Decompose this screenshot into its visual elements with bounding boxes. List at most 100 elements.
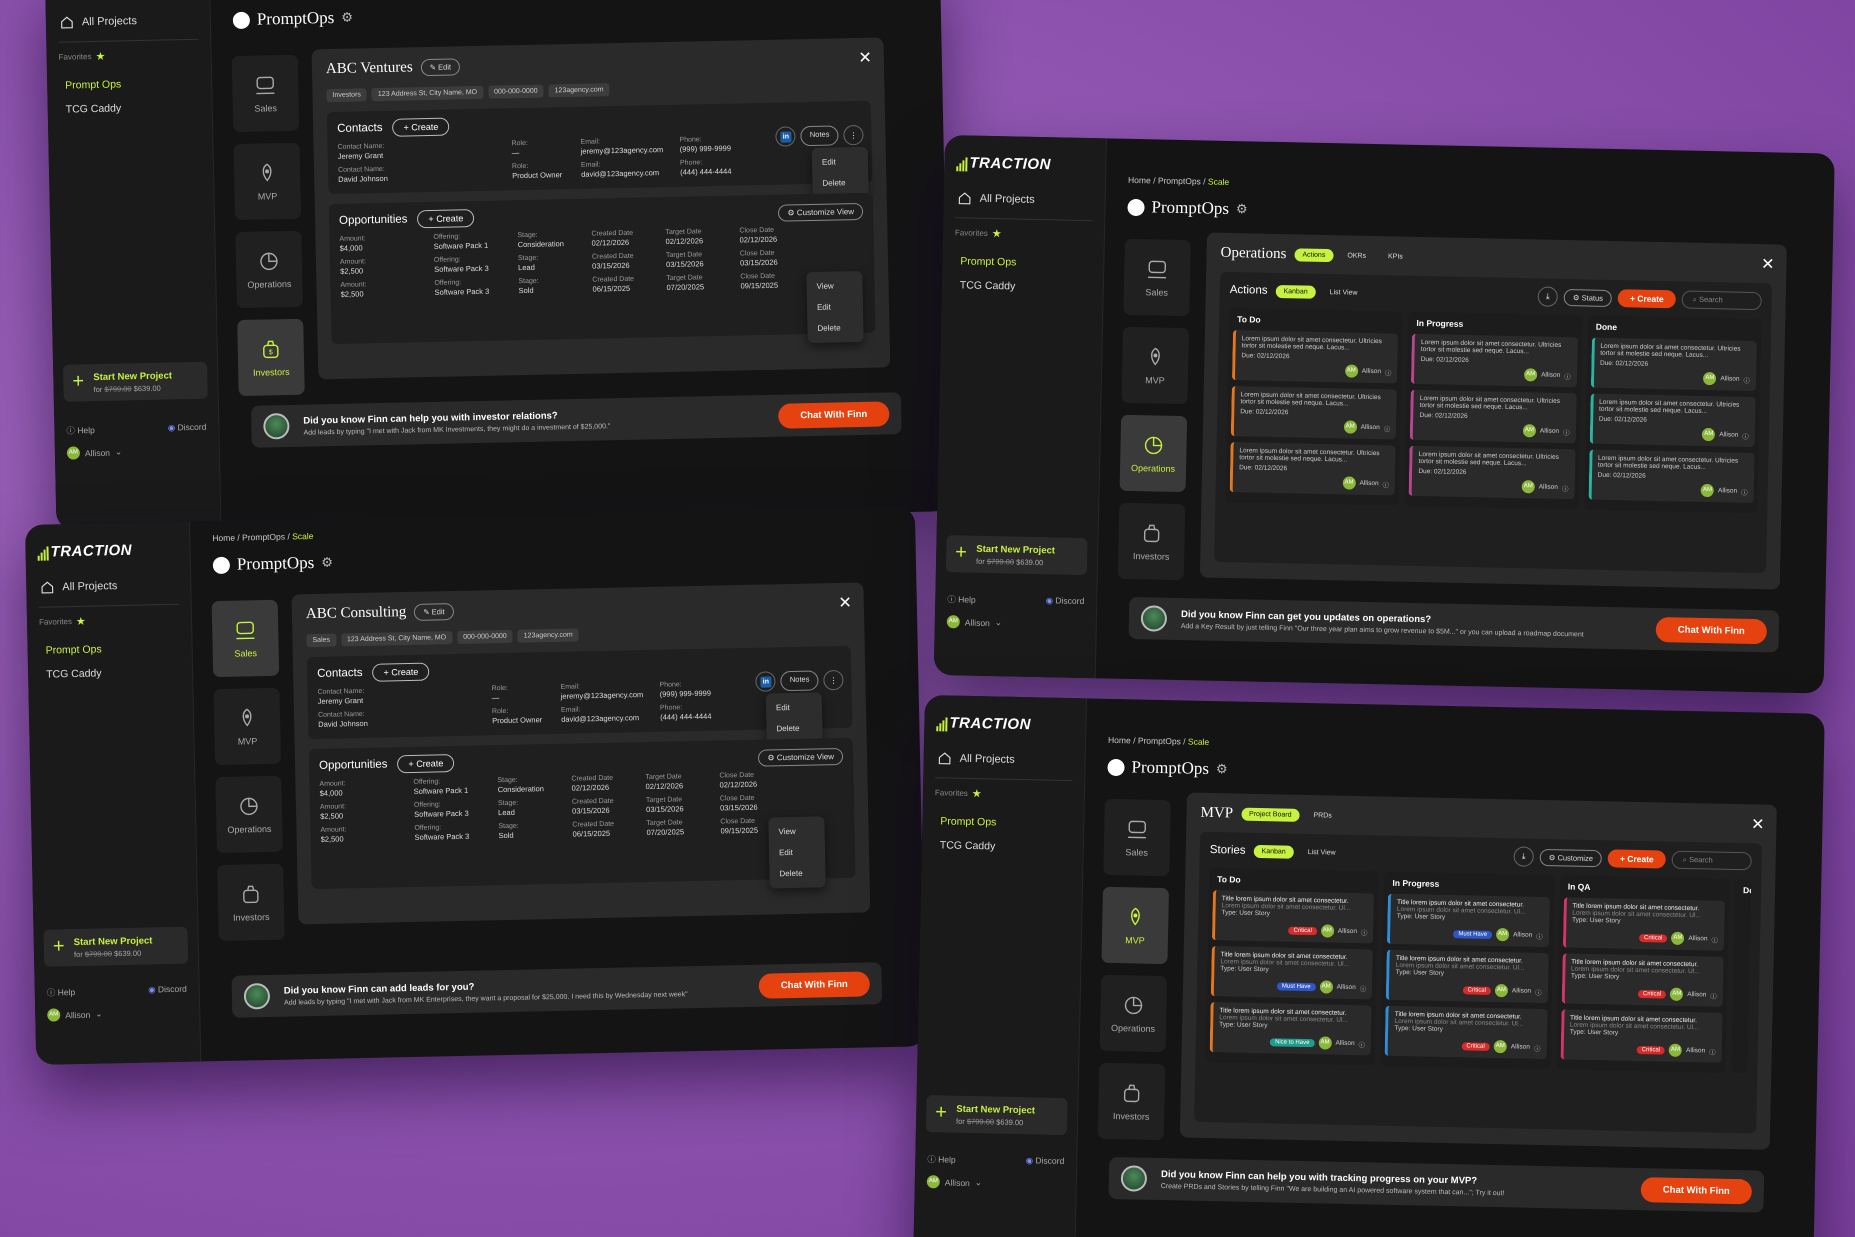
project-tcg-caddy[interactable]: TCG Caddy — [40, 660, 180, 687]
tag-website[interactable]: 123agency.com — [548, 83, 610, 98]
action-card[interactable]: Lorem ipsum dolor sit amet consectetur. … — [1229, 442, 1396, 496]
create-story-button[interactable]: + Create — [1607, 849, 1666, 869]
project-tcg-caddy[interactable]: TCG Caddy — [954, 273, 1091, 300]
user-menu[interactable]: AM Allison ⌄ — [926, 1175, 1064, 1191]
rail-mvp[interactable]: MVP — [1101, 886, 1170, 965]
action-card[interactable]: Lorem ipsum dolor sit amet consectetur. … — [1588, 449, 1755, 504]
menu-delete[interactable]: Delete — [766, 717, 822, 739]
create-contact-button[interactable]: + Create — [392, 117, 450, 137]
help-link[interactable]: ⓘ Help — [947, 593, 976, 606]
download-icon[interactable]: ⤓ — [1537, 286, 1559, 307]
action-card[interactable]: Lorem ipsum dolor sit amet consectetur. … — [1410, 389, 1577, 444]
info-icon[interactable]: ⓘ — [1563, 427, 1570, 437]
info-icon[interactable]: ⓘ — [1711, 934, 1718, 944]
rail-operations[interactable]: Operations — [235, 230, 303, 309]
discord-link[interactable]: ◉ Discord — [168, 422, 207, 435]
tag-website[interactable]: 123agency.com — [517, 628, 579, 643]
rail-operations[interactable]: Operations — [1119, 414, 1188, 493]
create-opportunity-button[interactable]: + Create — [417, 209, 475, 229]
project-tcg-caddy[interactable]: TCG Caddy — [59, 95, 199, 122]
customize-view-button[interactable]: ⚙ Customize View — [758, 747, 844, 767]
info-icon[interactable]: ⓘ — [1360, 983, 1367, 993]
tab-kpis[interactable]: KPIs — [1380, 250, 1411, 264]
help-link[interactable]: ⓘ Help — [66, 424, 95, 437]
menu-edit[interactable]: Edit — [766, 696, 822, 718]
rail-investors[interactable]: Investors — [1097, 1062, 1166, 1141]
info-icon[interactable]: ⓘ — [1710, 990, 1717, 1000]
menu-delete[interactable]: Delete — [807, 317, 863, 339]
tab-project-board[interactable]: Project Board — [1240, 807, 1300, 822]
rail-sales[interactable]: Sales — [231, 54, 300, 133]
create-action-button[interactable]: + Create — [1617, 289, 1676, 309]
info-icon[interactable]: ⓘ — [1564, 371, 1571, 381]
chat-with-finn-button[interactable]: Chat With Finn — [758, 970, 871, 999]
user-menu[interactable]: AM Allison ⌄ — [946, 615, 1084, 631]
menu-edit[interactable]: Edit — [769, 841, 825, 863]
edit-button[interactable]: ✎ Edit — [414, 603, 454, 621]
rail-investors[interactable]: Investors — [1117, 502, 1186, 581]
info-icon[interactable]: ⓘ — [1536, 930, 1543, 940]
discord-link[interactable]: ◉ Discord — [1026, 1155, 1065, 1168]
story-card[interactable]: Title lorem ipsum dolor sit amet consect… — [1561, 953, 1724, 1007]
rail-mvp[interactable]: MVP — [213, 687, 282, 766]
action-card[interactable]: Lorem ipsum dolor sit amet consectetur. … — [1408, 445, 1576, 500]
rail-sales[interactable]: Sales — [211, 599, 280, 678]
tab-actions[interactable]: Actions — [1294, 248, 1334, 263]
info-icon[interactable]: ⓘ — [1743, 374, 1750, 384]
info-icon[interactable]: ⓘ — [1742, 430, 1749, 440]
project-prompt-ops[interactable]: Prompt Ops — [39, 636, 179, 663]
story-card[interactable]: Title lorem ipsum dolor sit amet consect… — [1562, 897, 1725, 951]
project-prompt-ops[interactable]: Prompt Ops — [934, 809, 1071, 836]
edit-button[interactable]: ✎ Edit — [420, 58, 461, 77]
view-kanban[interactable]: Kanban — [1275, 284, 1316, 299]
story-card[interactable]: Title lorem ipsum dolor sit amet consect… — [1211, 890, 1375, 944]
info-icon[interactable]: ⓘ — [1383, 479, 1390, 489]
action-card[interactable]: Lorem ipsum dolor sit amet consectetur. … — [1589, 393, 1756, 448]
all-projects-link[interactable]: All Projects — [38, 574, 178, 599]
customize-view-button[interactable]: ⚙ Customize View — [778, 202, 864, 222]
story-card[interactable]: Title lorem ipsum dolor sit amet consect… — [1384, 1005, 1548, 1060]
story-card[interactable]: Title lorem ipsum dolor sit amet consect… — [1386, 949, 1549, 1004]
view-kanban[interactable]: Kanban — [1253, 844, 1294, 859]
menu-edit[interactable]: Edit — [812, 151, 868, 173]
gear-icon[interactable]: ⚙ — [321, 555, 333, 571]
project-tcg-caddy[interactable]: TCG Caddy — [934, 833, 1071, 860]
all-projects-link[interactable]: All Projects — [935, 747, 1072, 772]
close-icon[interactable]: ✕ — [1751, 814, 1765, 834]
discord-link[interactable]: ◉ Discord — [1046, 595, 1085, 608]
rail-mvp[interactable]: MVP — [1121, 326, 1190, 405]
close-icon[interactable]: ✕ — [858, 48, 872, 68]
start-new-project-button[interactable]: + Start New Project for $799.00 $639.00 — [43, 926, 189, 967]
action-card[interactable]: Lorem ipsum dolor sit amet consectetur. … — [1590, 337, 1757, 392]
all-projects-link[interactable]: All Projects — [58, 9, 198, 34]
notes-button[interactable]: Notes — [780, 670, 819, 692]
create-opportunity-button[interactable]: + Create — [397, 754, 455, 774]
info-icon[interactable]: ⓘ — [1534, 1042, 1541, 1052]
status-filter-button[interactable]: ⚙ Status — [1563, 288, 1613, 307]
gear-icon[interactable]: ⚙ — [1216, 761, 1228, 777]
start-new-project-button[interactable]: + Start New Project for $799.00 $639.00 — [925, 1095, 1068, 1136]
view-list[interactable]: List View — [1322, 285, 1366, 299]
info-icon[interactable]: ⓘ — [1384, 423, 1391, 433]
linkedin-button[interactable]: in — [775, 126, 797, 147]
info-icon[interactable]: ⓘ — [1562, 482, 1569, 492]
story-card[interactable]: Title lorem ipsum dolor sit amet consect… — [1387, 893, 1550, 948]
chat-with-finn-button[interactable]: Chat With Finn — [778, 400, 890, 429]
view-list[interactable]: List View — [1300, 845, 1344, 859]
menu-delete[interactable]: Delete — [769, 862, 825, 884]
rail-operations[interactable]: Operations — [1099, 974, 1168, 1053]
menu-view[interactable]: View — [806, 275, 862, 297]
search-input[interactable]: ⌕ Search — [1681, 290, 1762, 311]
rail-investors[interactable]: $ Investors — [237, 318, 305, 397]
rail-investors[interactable]: Investors — [217, 863, 285, 942]
help-link[interactable]: ⓘ Help — [47, 986, 76, 999]
chat-with-finn-button[interactable]: Chat With Finn — [1640, 1176, 1753, 1204]
project-prompt-ops[interactable]: Prompt Ops — [954, 249, 1091, 276]
create-contact-button[interactable]: + Create — [372, 662, 430, 682]
close-icon[interactable]: ✕ — [838, 593, 852, 613]
rail-sales[interactable]: Sales — [1123, 238, 1191, 317]
chat-with-finn-button[interactable]: Chat With Finn — [1655, 616, 1768, 644]
notes-button[interactable]: Notes — [800, 125, 839, 147]
action-card[interactable]: Lorem ipsum dolor sit amet consectetur. … — [1411, 333, 1578, 388]
user-menu[interactable]: AM Allison ⌄ — [47, 1006, 187, 1022]
